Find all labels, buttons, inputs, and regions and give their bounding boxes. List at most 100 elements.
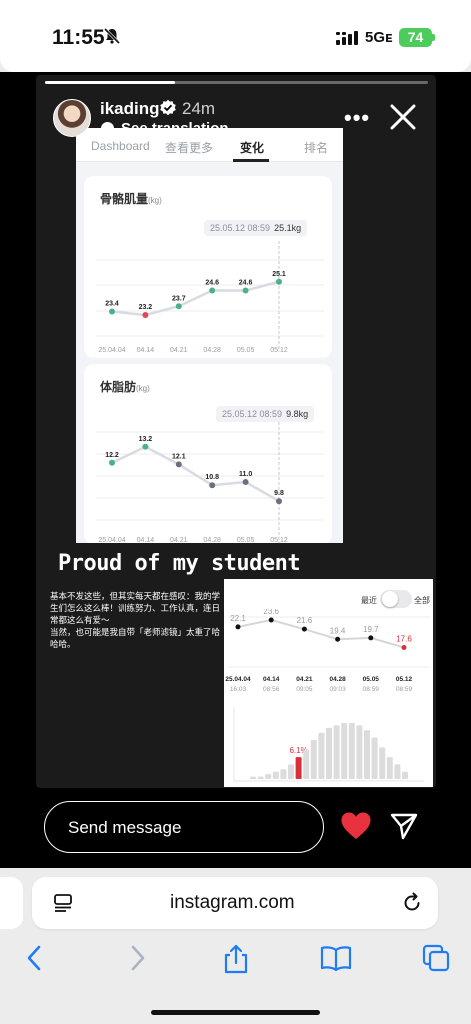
data-label: 10.8	[205, 474, 219, 481]
verified-badge-icon	[159, 99, 177, 122]
bookmarks-icon[interactable]	[320, 944, 352, 977]
fat-unit: (kg)	[136, 384, 150, 393]
embedded-screenshot-trend: 最近 全部 22.1 23.6 21.6 19.4 19.7 17.6 25.04.04 16…	[224, 579, 433, 787]
battery-tip	[432, 34, 435, 41]
story-headline: Proud of my student	[58, 551, 301, 576]
fat-tooltip-value: 9.8kg	[286, 409, 309, 419]
data-label: 11.0	[239, 471, 252, 478]
toggle-knob	[382, 591, 398, 607]
histogram-bar	[386, 757, 393, 779]
muscle-tooltip-value: 25.1kg	[274, 223, 302, 233]
trend-time-label: 09:05	[296, 686, 313, 693]
reload-icon[interactable]	[401, 892, 423, 919]
trend-time-label: 16:03	[230, 686, 247, 693]
histogram-bar	[250, 776, 256, 779]
histogram-bar	[303, 749, 310, 779]
trend-time-label: 08:59	[363, 686, 380, 693]
histogram-bar	[288, 764, 294, 779]
histogram-bar	[318, 732, 325, 779]
avatar[interactable]	[53, 99, 91, 137]
data-point	[142, 312, 149, 318]
tab-dashboard: Dashboard	[91, 139, 150, 153]
trend-point	[301, 626, 307, 632]
x-tick-label: 25.04.04	[98, 537, 125, 543]
forward-icon[interactable]	[126, 944, 148, 977]
trend-value-label: 19.4	[330, 626, 346, 635]
trend-date-label: 04.28	[329, 676, 346, 683]
body-fat-card: 体脂肪(kg) 25.05.12 08:59 9.8kg 12.2 13.2 12.1…	[84, 364, 332, 543]
status-time: 11:55	[52, 26, 105, 49]
fat-tooltip-date: 25.05.12 08:59	[222, 409, 283, 419]
status-bar: 11:55 5Gᴇ 74	[0, 0, 471, 72]
more-options-icon[interactable]: •••	[344, 105, 370, 131]
x-tick-label: 05.12	[270, 347, 288, 354]
tab-active-underline	[233, 159, 269, 162]
share-icon[interactable]	[222, 944, 250, 979]
page-menu-icon[interactable]	[53, 893, 73, 918]
trend-line	[237, 618, 405, 649]
previous-tab-card[interactable]	[0, 877, 23, 929]
url-text: instagram.com	[170, 892, 295, 913]
trend-value-label: 17.6	[396, 635, 412, 644]
muscle-unit: (kg)	[148, 196, 162, 205]
histogram-bar	[280, 769, 287, 779]
send-message-placeholder: Send message	[68, 818, 182, 837]
histogram-bar	[402, 771, 408, 779]
trend-value-label: 22.1	[230, 614, 246, 623]
data-label: 24.6	[239, 280, 253, 287]
x-tick-label: 04.21	[170, 537, 188, 543]
back-icon[interactable]	[24, 944, 46, 977]
muscle-tooltip-date: 25.05.12 08:59	[210, 223, 271, 233]
trend-value-label: 23.6	[263, 609, 279, 616]
data-point	[276, 278, 282, 285]
network-type: 5Gᴇ	[365, 29, 393, 46]
battery-level: 74	[399, 28, 432, 47]
histogram-bar	[295, 757, 302, 779]
tabs-icon[interactable]	[422, 944, 450, 977]
x-tick-label: 04.21	[170, 347, 188, 354]
histogram-bar	[371, 737, 378, 779]
translate-icon	[101, 122, 114, 135]
story-caption: 基本不发这些，但其实每天都在感叹：我的学生们怎么这么棒！训练努力、工作认真，连日…	[50, 591, 221, 649]
data-label: 23.2	[139, 304, 153, 311]
trend-line-chart: 22.1 23.6 21.6 19.4 19.7 17.6 25.04.04 16:03 04.…	[225, 609, 429, 693]
histogram-bar	[333, 725, 340, 779]
story-username[interactable]: ikading	[100, 99, 160, 119]
data-point	[109, 459, 115, 466]
close-icon[interactable]	[388, 102, 418, 137]
embedded-screenshot-body-composition: Dashboard 查看更多 变化 排名 骨骼肌量(kg) 25.05.12 0…	[76, 128, 343, 543]
trend-date-label: 25.04.04	[225, 676, 251, 683]
histogram-bar	[348, 723, 355, 779]
bell-slash-icon	[103, 27, 121, 50]
cellular-signal-icon	[336, 31, 358, 50]
data-label: 12.2	[105, 452, 119, 459]
data-point	[209, 482, 216, 489]
trend-date-label: 04.14	[263, 676, 280, 683]
card-title: 骨骼肌量(kg)	[100, 190, 162, 207]
muscle-title-text: 骨骼肌量	[100, 192, 149, 206]
heart-icon[interactable]	[340, 811, 372, 846]
x-tick-label: 05.05	[237, 537, 255, 543]
home-indicator	[151, 1010, 320, 1015]
trend-time-label: 08:56	[263, 686, 280, 693]
histogram-bar	[265, 774, 272, 779]
trend-value-label: 21.6	[297, 616, 313, 625]
series-line	[111, 280, 280, 317]
histogram-bar	[326, 727, 332, 779]
data-label: 23.7	[172, 295, 186, 302]
data-point	[276, 498, 282, 505]
distribution-histogram: 6.1%	[233, 707, 424, 782]
histogram-bar	[272, 771, 279, 779]
trend-date-label: 04.21	[296, 676, 313, 683]
send-paper-plane-icon[interactable]	[389, 811, 419, 846]
trend-time-label: 08:59	[396, 686, 413, 693]
series-line	[111, 445, 280, 503]
fat-line-chart: 12.2 13.2 12.1 10.8 11.0 9.8 25.04.04 04.14 04.2…	[96, 422, 324, 543]
recent-label: 最近	[361, 596, 377, 605]
fat-title-text: 体脂肪	[100, 380, 137, 394]
data-label: 9.8	[274, 490, 284, 497]
data-label: 24.6	[205, 280, 219, 287]
trend-value-label: 19.7	[363, 625, 379, 634]
trend-point	[335, 636, 341, 642]
data-point	[209, 287, 216, 294]
